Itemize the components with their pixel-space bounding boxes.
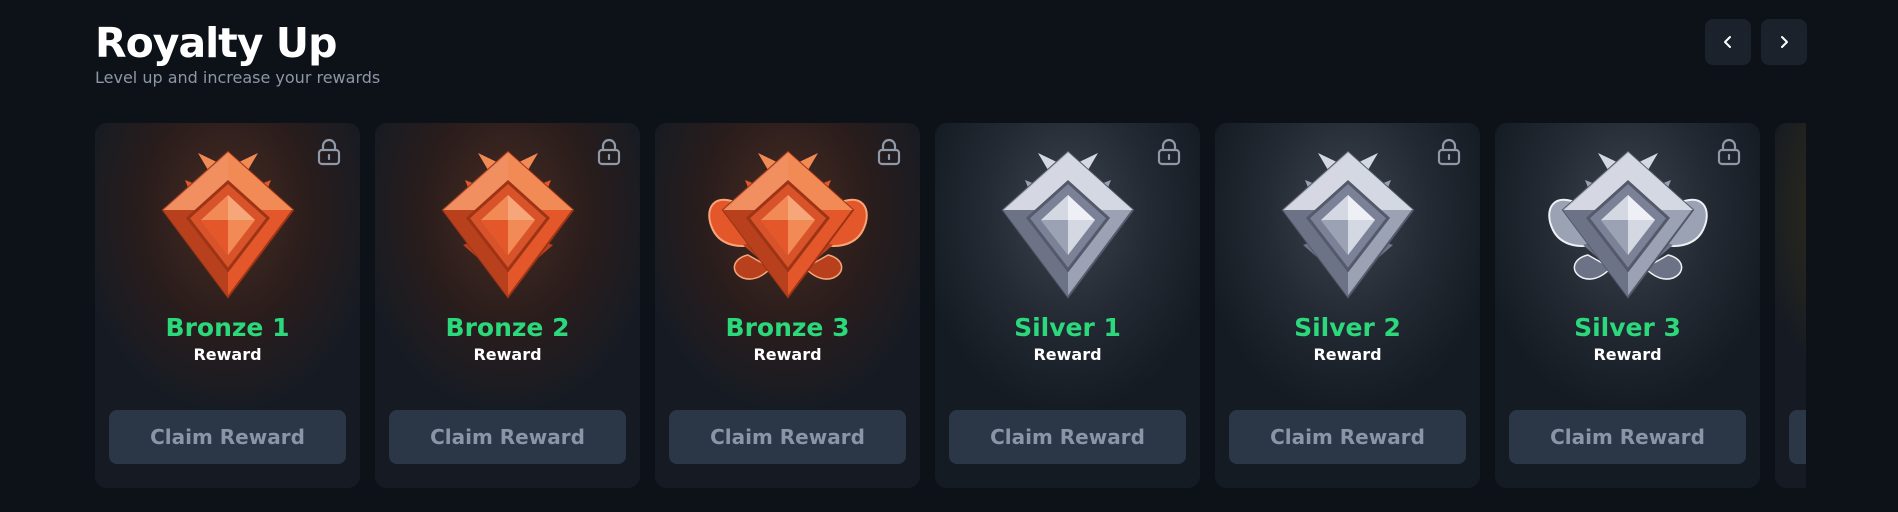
lock-icon: [317, 138, 341, 166]
silver-1-badge-icon: [983, 150, 1153, 300]
bronze-3-badge-icon: [703, 150, 873, 300]
reward-tier-name: Silver 2: [1294, 313, 1401, 342]
lock-icon: [1437, 138, 1461, 166]
claim-reward-button[interactable]: Claim Reward: [1509, 410, 1746, 464]
lock-icon: [597, 138, 621, 166]
rewards-track: Bronze 1 Reward Claim Reward Bronze 2 Reward…: [95, 123, 1806, 488]
carousel-next-button[interactable]: [1761, 19, 1807, 65]
chevron-left-icon: [1724, 36, 1731, 48]
claim-reward-button[interactable]: Claim Reward: [109, 410, 346, 464]
claim-reward-button[interactable]: Claim Reward: [389, 410, 626, 464]
reward-label: Reward: [193, 345, 262, 364]
page-header: Royalty Up Level up and increase your re…: [95, 18, 380, 87]
reward-card: Silver 1 Reward Claim Reward: [935, 123, 1200, 488]
lock-icon: [877, 138, 901, 166]
claim-reward-button[interactable]: [1789, 410, 1806, 464]
lock-icon: [1717, 138, 1741, 166]
page-subtitle: Level up and increase your rewards: [95, 68, 381, 87]
claim-reward-button[interactable]: Claim Reward: [669, 410, 906, 464]
carousel-prev-button[interactable]: [1705, 19, 1751, 65]
reward-tier-name: Bronze 1: [165, 313, 290, 342]
reward-label: Reward: [1593, 345, 1662, 364]
reward-tier-name: Bronze 2: [445, 313, 570, 342]
silver-2-badge-icon: [1263, 150, 1433, 300]
page-title: Royalty Up: [95, 19, 337, 67]
reward-label: Reward: [753, 345, 822, 364]
reward-tier-name: Bronze 3: [725, 313, 850, 342]
reward-card: Bronze 3 Reward Claim Reward: [655, 123, 920, 488]
reward-card: Silver 3 Reward Claim Reward: [1495, 123, 1760, 488]
reward-tier-name: Silver 1: [1014, 313, 1121, 342]
rewards-carousel[interactable]: Bronze 1 Reward Claim Reward Bronze 2 Reward…: [95, 123, 1806, 488]
reward-card: Bronze 2 Reward Claim Reward: [375, 123, 640, 488]
bronze-2-badge-icon: [423, 150, 593, 300]
bronze-1-badge-icon: [143, 150, 313, 300]
reward-tier-name: Silver 3: [1574, 313, 1681, 342]
claim-reward-button[interactable]: Claim Reward: [949, 410, 1186, 464]
lock-icon: [1157, 138, 1181, 166]
claim-reward-button[interactable]: Claim Reward: [1229, 410, 1466, 464]
reward-card-partial: [1775, 123, 1806, 488]
reward-card: Bronze 1 Reward Claim Reward: [95, 123, 360, 488]
reward-label: Reward: [1313, 345, 1382, 364]
chevron-right-icon: [1781, 36, 1788, 48]
silver-3-badge-icon: [1543, 150, 1713, 300]
reward-card: Silver 2 Reward Claim Reward: [1215, 123, 1480, 488]
reward-label: Reward: [1033, 345, 1102, 364]
reward-label: Reward: [473, 345, 542, 364]
